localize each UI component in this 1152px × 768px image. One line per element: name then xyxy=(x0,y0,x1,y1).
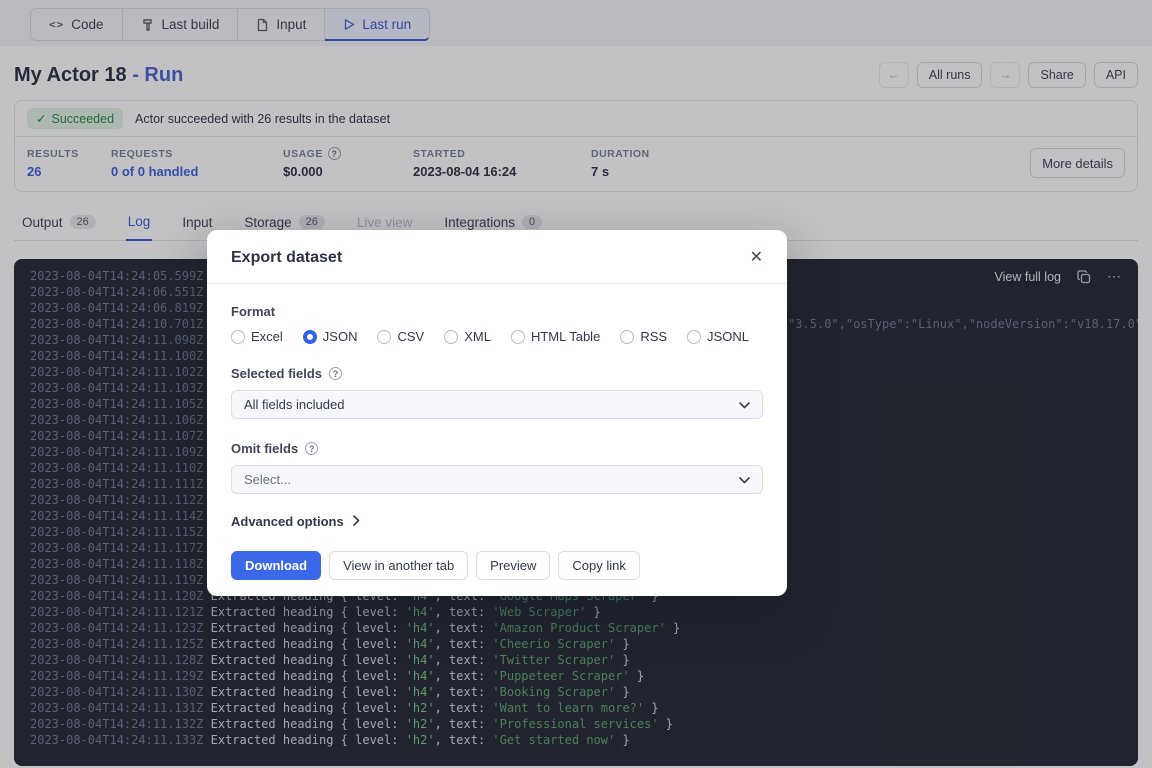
radio-icon xyxy=(511,330,525,344)
format-radio-json[interactable]: JSON xyxy=(303,329,358,344)
format-label: Format xyxy=(231,304,763,319)
selected-fields-label: Selected fields ? xyxy=(231,366,763,381)
modal-body: Format Excel JSON CSV XML HTML Table xyxy=(207,284,787,596)
format-radio-excel[interactable]: Excel xyxy=(231,329,283,344)
selected-fields-value: All fields included xyxy=(244,397,344,412)
chevron-right-icon xyxy=(353,514,360,529)
omit-fields-select[interactable]: Select... xyxy=(231,465,763,494)
selected-fields-select[interactable]: All fields included xyxy=(231,390,763,419)
export-dataset-modal: Export dataset ✕ Format Excel JSON CSV X… xyxy=(207,230,787,596)
radio-icon xyxy=(377,330,391,344)
advanced-options-label: Advanced options xyxy=(231,514,344,529)
close-icon[interactable]: ✕ xyxy=(750,250,763,266)
preview-button[interactable]: Preview xyxy=(476,551,550,580)
chevron-down-icon xyxy=(739,396,750,414)
omit-fields-value: Select... xyxy=(244,472,291,487)
modal-header: Export dataset ✕ xyxy=(207,230,787,284)
format-radio-xml[interactable]: XML xyxy=(444,329,491,344)
modal-buttons: Download View in another tab Preview Cop… xyxy=(231,551,763,580)
view-in-another-tab-button[interactable]: View in another tab xyxy=(329,551,468,580)
format-radio-csv[interactable]: CSV xyxy=(377,329,424,344)
omit-fields-help-icon[interactable]: ? xyxy=(305,442,318,455)
radio-icon xyxy=(687,330,701,344)
format-radio-jsonl[interactable]: JSONL xyxy=(687,329,749,344)
format-radio-rss[interactable]: RSS xyxy=(620,329,667,344)
copy-link-button[interactable]: Copy link xyxy=(558,551,639,580)
modal-title: Export dataset xyxy=(231,249,342,267)
advanced-options-toggle[interactable]: Advanced options xyxy=(231,514,763,529)
format-radio-group: Excel JSON CSV XML HTML Table RSS xyxy=(231,329,763,344)
selected-fields-help-icon[interactable]: ? xyxy=(329,367,342,380)
chevron-down-icon xyxy=(739,471,750,489)
format-radio-html-table[interactable]: HTML Table xyxy=(511,329,600,344)
omit-fields-label: Omit fields ? xyxy=(231,441,763,456)
radio-icon xyxy=(231,330,245,344)
radio-icon xyxy=(620,330,634,344)
radio-selected-icon xyxy=(303,330,317,344)
radio-icon xyxy=(444,330,458,344)
download-button[interactable]: Download xyxy=(231,551,321,580)
